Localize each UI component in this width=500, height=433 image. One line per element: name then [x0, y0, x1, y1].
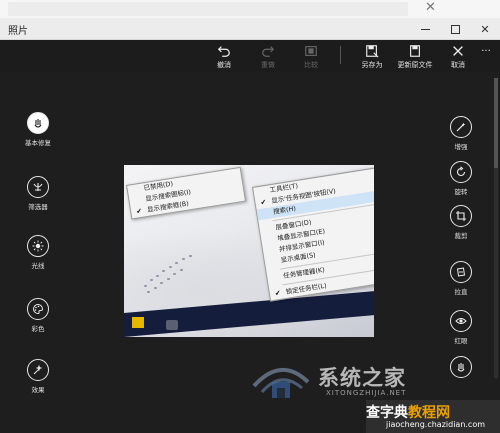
filter-label: 筛选器 [28, 203, 48, 211]
light-tool[interactable]: 光线 [14, 235, 62, 270]
photos-app-window: ✕ 照片 ✕ 撤消 重做 比较 另存为 更新原文件 取消 ··· 基本修复 筛选… [0, 0, 500, 433]
color-label: 彩色 [31, 325, 45, 333]
undo-label: 撤消 [217, 61, 231, 69]
crop-tool[interactable]: 裁剪 [441, 205, 481, 240]
cancel-button[interactable]: 取消 [439, 40, 477, 72]
crop-icon [450, 205, 472, 227]
watermark-site: 查字典教程网 [366, 405, 450, 421]
enhance-label: 增强 [454, 143, 468, 151]
filter-tool[interactable]: 筛选器 [14, 176, 62, 211]
rotate-icon [450, 161, 472, 183]
desktop-background-strip: ✕ [0, 0, 500, 18]
maximize-button[interactable] [440, 18, 470, 40]
light-icon [27, 235, 49, 257]
red-eye-tool[interactable]: 红眼 [441, 310, 481, 345]
minimize-icon [420, 28, 430, 30]
straighten-icon [450, 261, 472, 283]
update-original-icon [410, 45, 420, 57]
window-close-button[interactable]: ✕ [470, 18, 500, 40]
color-tool[interactable]: 彩色 [14, 298, 62, 333]
color-icon [27, 298, 49, 320]
desktop-bar [8, 2, 408, 16]
more-options-button[interactable]: ··· [474, 40, 498, 72]
more-icon: ··· [481, 46, 491, 57]
update-original-label: 更新原文件 [397, 61, 433, 69]
watermark-site-accent: 教程网 [408, 405, 450, 421]
enhance-icon [450, 116, 472, 138]
straighten-tool[interactable]: 拉直 [441, 261, 481, 296]
crop-label: 裁剪 [454, 232, 468, 240]
save-as-label: 另存为 [361, 61, 383, 69]
tool-panel-scrollbar[interactable] [494, 78, 498, 378]
check-icon: ✔ [274, 288, 282, 298]
watermark-logo [252, 367, 310, 398]
light-label: 光线 [31, 262, 45, 270]
cancel-label: 取消 [451, 61, 465, 69]
window-title: 照片 [8, 26, 28, 37]
compare-label: 比较 [304, 61, 318, 69]
title-bar: 照片 ✕ [0, 18, 500, 40]
retouch-tool[interactable] [441, 356, 481, 381]
maximize-icon [450, 24, 460, 34]
save-as-icon [366, 45, 379, 58]
search-context-menu: 已禁用(D) 显示搜索图标(I) ✔ 显示搜索框(B) [126, 166, 247, 220]
app-icon [166, 320, 178, 330]
cancel-icon [453, 46, 463, 56]
effects-icon [27, 359, 49, 381]
close-icon: ✕ [480, 22, 490, 36]
effects-label: 效果 [31, 386, 45, 394]
footprint-tracks [142, 245, 222, 305]
redo-icon [262, 46, 275, 57]
compare-button[interactable]: 比较 [292, 40, 330, 72]
redo-label: 重做 [261, 61, 275, 69]
watermark-url: jiaocheng.chazidian.com [386, 420, 486, 429]
scrollbar-thumb[interactable] [494, 78, 498, 168]
redo-button[interactable]: 重做 [249, 40, 287, 72]
update-original-button[interactable]: 更新原文件 [393, 40, 437, 72]
check-icon: ✔ [135, 206, 143, 216]
basic-fix-label: 基本修复 [25, 139, 51, 147]
photo-canvas[interactable]: 已禁用(D) 显示搜索图标(I) ✔ 显示搜索框(B) 工具栏(T) ✔ 显示'任务… [124, 165, 374, 337]
retouch-icon [450, 356, 472, 378]
enhance-tool[interactable]: 增强 [441, 116, 481, 151]
edit-toolbar: 撤消 重做 比较 另存为 更新原文件 取消 ··· [0, 40, 500, 72]
minimize-button[interactable] [410, 18, 440, 40]
red-eye-icon [450, 310, 472, 332]
desktop-close-icon[interactable]: ✕ [425, 0, 436, 15]
compare-icon [305, 46, 317, 56]
filter-icon [27, 176, 49, 198]
undo-icon [217, 46, 230, 57]
effects-tool[interactable]: 效果 [14, 359, 62, 394]
toolbar-separator [340, 46, 341, 64]
basic-fix-icon [27, 112, 49, 134]
watermark-subtitle: XITONGZHIJIA.NET [326, 389, 407, 397]
folder-icon [132, 317, 144, 328]
rotate-tool[interactable]: 旋转 [441, 161, 481, 196]
taskbar-context-menu: 工具栏(T) ✔ 显示'任务视图'按钮(V) 搜索(H) 层叠窗口(D) 堆叠显示… [252, 166, 374, 302]
straighten-label: 拉直 [454, 288, 468, 296]
watermark-name: 系统之家 [318, 365, 406, 390]
red-eye-label: 红眼 [454, 337, 468, 345]
rotate-label: 旋转 [454, 188, 468, 196]
save-as-button[interactable]: 另存为 [353, 40, 391, 72]
basic-fix-tool[interactable]: 基本修复 [14, 112, 62, 147]
undo-button[interactable]: 撤消 [205, 40, 243, 72]
